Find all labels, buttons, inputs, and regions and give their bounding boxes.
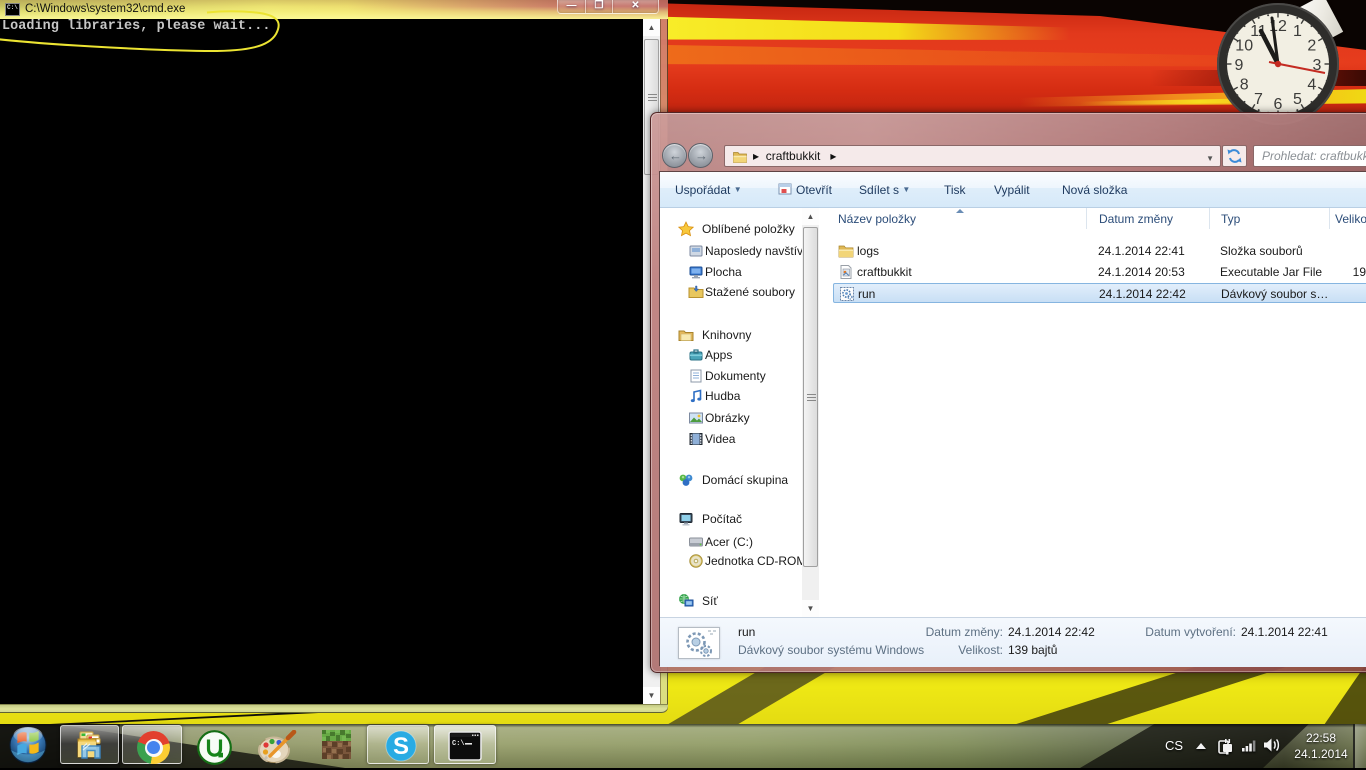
svg-text:S: S xyxy=(393,733,409,760)
svg-text:C:\: C:\ xyxy=(452,740,465,748)
svg-text:6: 6 xyxy=(1274,96,1283,113)
svg-text:1: 1 xyxy=(1293,23,1302,40)
svg-text:9: 9 xyxy=(1235,57,1244,74)
svg-text:4: 4 xyxy=(1307,77,1316,94)
svg-text:10: 10 xyxy=(1235,38,1253,55)
svg-text:5: 5 xyxy=(1293,91,1302,108)
svg-text:7: 7 xyxy=(1254,91,1263,108)
svg-text:2: 2 xyxy=(1307,38,1316,55)
svg-text:8: 8 xyxy=(1240,77,1249,94)
